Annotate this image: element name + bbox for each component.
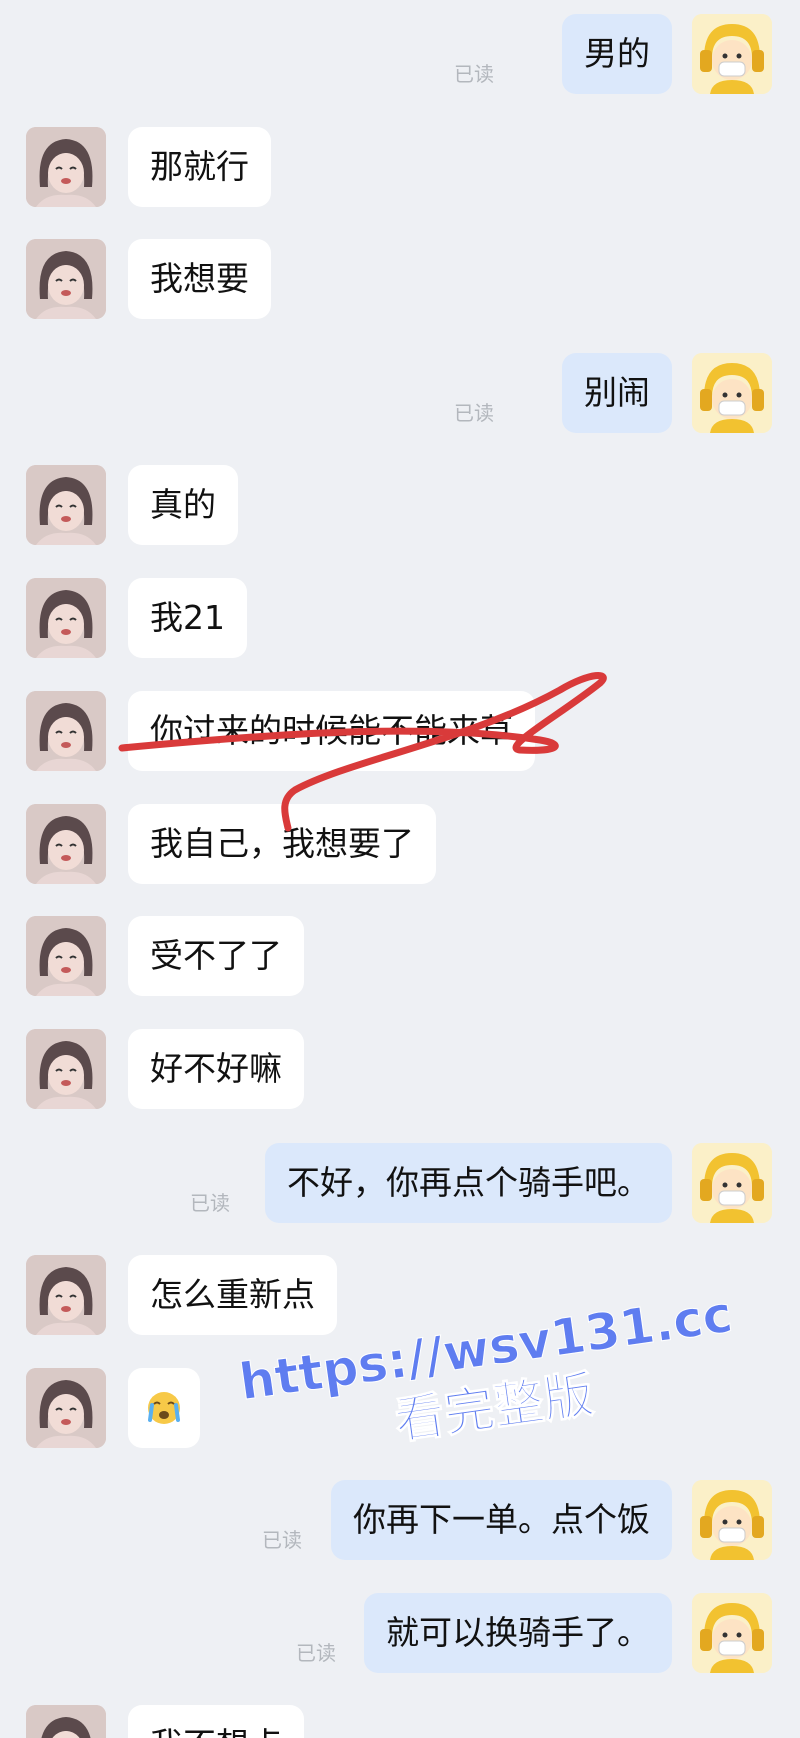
emoji-message-bubble[interactable] bbox=[128, 1368, 200, 1448]
message-row bbox=[0, 1368, 800, 1448]
message-bubble[interactable]: 受不了了 bbox=[128, 916, 304, 996]
message-row: 我自己，我想要了 bbox=[0, 804, 800, 884]
crying-face-icon bbox=[148, 1392, 180, 1424]
self-avatar[interactable] bbox=[692, 353, 772, 433]
contact-avatar-icon bbox=[26, 239, 106, 319]
message-row: 好不好嘛 bbox=[0, 1029, 800, 1109]
contact-avatar[interactable] bbox=[26, 916, 106, 996]
message-bubble[interactable]: 你再下一单。点个饭 bbox=[331, 1480, 672, 1560]
message-bubble[interactable]: 男的 bbox=[562, 14, 672, 94]
contact-avatar-icon bbox=[26, 1705, 106, 1738]
contact-avatar-icon bbox=[26, 465, 106, 545]
contact-avatar[interactable] bbox=[26, 1255, 106, 1335]
message-row: 已读 不好，你再点个骑手吧。 bbox=[0, 1143, 800, 1223]
message-row: 已读 就可以换骑手了。 bbox=[0, 1593, 800, 1673]
read-receipt: 已读 bbox=[454, 62, 494, 86]
message-row: 我21 bbox=[0, 578, 800, 658]
read-receipt: 已读 bbox=[262, 1528, 302, 1552]
contact-avatar-icon bbox=[26, 1255, 106, 1335]
message-bubble[interactable]: 怎么重新点 bbox=[128, 1255, 337, 1335]
contact-avatar-icon bbox=[26, 916, 106, 996]
message-bubble[interactable]: 别闹 bbox=[562, 353, 672, 433]
message-bubble[interactable]: 好不好嘛 bbox=[128, 1029, 304, 1109]
contact-avatar-icon bbox=[26, 691, 106, 771]
self-avatar[interactable] bbox=[692, 1593, 772, 1673]
message-row: 我想要 bbox=[0, 239, 800, 319]
message-bubble[interactable]: 我想要 bbox=[128, 239, 271, 319]
self-avatar[interactable] bbox=[692, 14, 772, 94]
contact-avatar-icon bbox=[26, 804, 106, 884]
contact-avatar-icon bbox=[26, 578, 106, 658]
message-bubble[interactable]: 我21 bbox=[128, 578, 247, 658]
contact-avatar-icon bbox=[26, 127, 106, 207]
chat-area: 已读 男的 那就行 我想要 已读 别闹 真的 我21 你过来的时候能不能来草 我… bbox=[0, 0, 800, 1738]
user-avatar-icon bbox=[692, 1143, 772, 1223]
contact-avatar[interactable] bbox=[26, 127, 106, 207]
contact-avatar[interactable] bbox=[26, 239, 106, 319]
contact-avatar-icon bbox=[26, 1368, 106, 1448]
contact-avatar[interactable] bbox=[26, 804, 106, 884]
read-receipt: 已读 bbox=[296, 1641, 336, 1665]
message-bubble[interactable]: 我不想点 bbox=[128, 1705, 304, 1738]
user-avatar-icon bbox=[692, 14, 772, 94]
message-bubble[interactable]: 就可以换骑手了。 bbox=[364, 1593, 672, 1673]
message-row: 真的 bbox=[0, 465, 800, 545]
contact-avatar[interactable] bbox=[26, 1029, 106, 1109]
self-avatar[interactable] bbox=[692, 1480, 772, 1560]
contact-avatar-icon bbox=[26, 1029, 106, 1109]
contact-avatar[interactable] bbox=[26, 1368, 106, 1448]
message-bubble[interactable]: 不好，你再点个骑手吧。 bbox=[265, 1143, 672, 1223]
read-receipt: 已读 bbox=[454, 401, 494, 425]
user-avatar-icon bbox=[692, 1593, 772, 1673]
struck-message-bubble[interactable]: 你过来的时候能不能来草 bbox=[128, 691, 535, 771]
message-row: 受不了了 bbox=[0, 916, 800, 996]
message-row: 怎么重新点 bbox=[0, 1255, 800, 1335]
message-row: 我不想点 bbox=[0, 1705, 800, 1738]
message-row: 已读 别闹 bbox=[0, 353, 800, 433]
self-avatar[interactable] bbox=[692, 1143, 772, 1223]
message-bubble[interactable]: 我自己，我想要了 bbox=[128, 804, 436, 884]
message-row: 那就行 bbox=[0, 127, 800, 207]
contact-avatar[interactable] bbox=[26, 578, 106, 658]
contact-avatar[interactable] bbox=[26, 465, 106, 545]
message-bubble[interactable]: 真的 bbox=[128, 465, 238, 545]
user-avatar-icon bbox=[692, 353, 772, 433]
message-bubble[interactable]: 那就行 bbox=[128, 127, 271, 207]
message-row: 已读 男的 bbox=[0, 14, 800, 94]
user-avatar-icon bbox=[692, 1480, 772, 1560]
message-row: 你过来的时候能不能来草 bbox=[0, 691, 800, 771]
contact-avatar[interactable] bbox=[26, 1705, 106, 1738]
read-receipt: 已读 bbox=[190, 1191, 230, 1215]
contact-avatar[interactable] bbox=[26, 691, 106, 771]
message-row: 已读 你再下一单。点个饭 bbox=[0, 1480, 800, 1560]
